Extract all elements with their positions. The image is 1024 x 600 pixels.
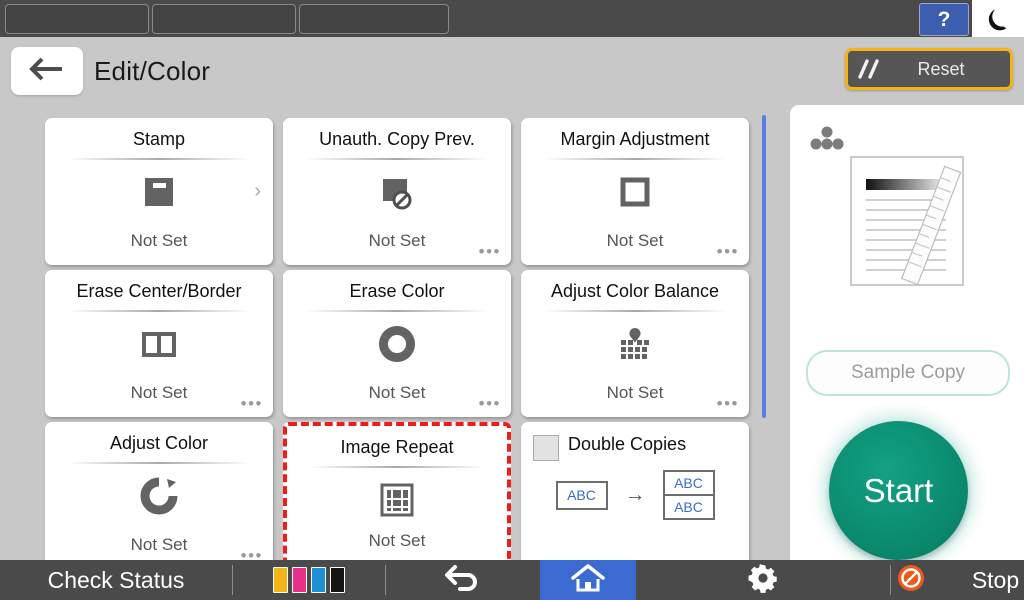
- double-copies-result-top: ABC: [665, 472, 713, 496]
- home-icon: [570, 563, 606, 598]
- double-copies-icon: ABC → ABC ABC: [521, 470, 749, 520]
- moon-icon: [986, 6, 1010, 32]
- card-more-options[interactable]: •••: [241, 547, 263, 560]
- help-label: ?: [938, 8, 951, 32]
- system-tab-3[interactable]: [299, 4, 449, 34]
- card-title: Double Copies: [568, 434, 749, 455]
- card-adjust-color-balance[interactable]: Adjust Color Balance: [521, 270, 749, 417]
- double-copies-result: ABC ABC: [663, 470, 715, 520]
- card-margin-adjustment[interactable]: Margin Adjustment Not Set •••: [521, 118, 749, 265]
- card-status: Not Set: [521, 383, 749, 403]
- card-status: Not Set: [45, 535, 273, 555]
- double-copies-result-bottom: ABC: [665, 496, 713, 518]
- reset-label: Reset: [884, 59, 1010, 80]
- card-more-options[interactable]: •••: [241, 395, 263, 412]
- card-unauth-copy-prev[interactable]: Unauth. Copy Prev. Not Set •••: [283, 118, 511, 265]
- card-status: Not Set: [45, 231, 273, 251]
- settings-button[interactable]: [636, 560, 890, 600]
- card-status: Not Set: [283, 383, 511, 403]
- reset-button[interactable]: Reset: [845, 48, 1013, 90]
- stop-circle-icon: [896, 563, 926, 598]
- dot-pyramid-icon: [808, 125, 846, 156]
- color-balance-grid-icon: [521, 318, 749, 370]
- chevron-right-icon[interactable]: ›: [254, 180, 261, 203]
- card-more-options[interactable]: •••: [479, 395, 501, 412]
- sample-copy-label: Sample Copy: [851, 362, 965, 384]
- system-tab-1[interactable]: [5, 4, 149, 34]
- card-title-underline: [305, 310, 489, 312]
- home-button[interactable]: [540, 560, 636, 600]
- margin-square-icon: [521, 166, 749, 218]
- card-title-underline: [67, 310, 251, 312]
- card-erase-color[interactable]: Erase Color Not Set: [283, 270, 511, 417]
- card-more-options[interactable]: •••: [479, 243, 501, 260]
- card-title: Erase Color: [283, 281, 511, 302]
- title-bar: Edit/Color Reset: [0, 37, 1024, 105]
- gear-icon: [748, 563, 778, 598]
- bottom-bar: Check Status: [0, 560, 1024, 600]
- toner-magenta: [292, 567, 307, 593]
- page-title: Edit/Color: [94, 56, 210, 87]
- double-copies-source: ABC: [556, 481, 608, 510]
- arrow-right-icon: →: [625, 483, 646, 507]
- toner-cyan: [311, 567, 326, 593]
- card-title-underline: [67, 158, 251, 160]
- undo-arrow-icon: [443, 563, 483, 598]
- card-title-underline: [543, 158, 727, 160]
- card-title-underline: [305, 158, 489, 160]
- erase-center-border-icon: [45, 318, 273, 370]
- card-stamp[interactable]: Stamp Not Set ›: [45, 118, 273, 265]
- card-title: Image Repeat: [287, 437, 507, 458]
- card-status: Not Set: [521, 231, 749, 251]
- check-status-button[interactable]: Check Status: [0, 560, 232, 600]
- check-status-label: Check Status: [48, 567, 185, 594]
- night-mode-button[interactable]: [972, 0, 1024, 37]
- double-slash-icon: [858, 59, 884, 79]
- toner-black: [330, 567, 345, 593]
- card-status: Not Set: [45, 383, 273, 403]
- help-button[interactable]: ?: [919, 3, 969, 36]
- system-tab-2[interactable]: [152, 4, 296, 34]
- card-erase-center-border[interactable]: Erase Center/Border Not Set •••: [45, 270, 273, 417]
- start-button[interactable]: Start: [829, 421, 968, 560]
- system-bar: ?: [0, 0, 1024, 37]
- function-card-grid-area: Stamp Not Set › Unauth. Copy Prev. Not S…: [0, 105, 782, 560]
- no-copy-icon: [283, 166, 511, 218]
- card-title-underline: [67, 462, 251, 464]
- back-button[interactable]: [11, 47, 83, 95]
- card-title-underline: [543, 310, 727, 312]
- card-more-options[interactable]: •••: [717, 395, 739, 412]
- start-label: Start: [864, 472, 934, 510]
- card-title: Unauth. Copy Prev.: [283, 129, 511, 150]
- sample-copy-button[interactable]: Sample Copy: [806, 350, 1010, 396]
- card-status: Not Set: [287, 531, 507, 551]
- stop-button[interactable]: Stop: [891, 560, 1024, 600]
- image-repeat-grid-icon: [287, 474, 507, 526]
- card-title: Adjust Color Balance: [521, 281, 749, 302]
- toner-levels-icon[interactable]: [233, 560, 385, 600]
- card-title-underline: [309, 466, 485, 468]
- card-title: Erase Center/Border: [45, 281, 273, 302]
- card-title: Margin Adjustment: [521, 129, 749, 150]
- adjust-color-icon: [45, 470, 273, 522]
- card-more-options[interactable]: •••: [717, 243, 739, 260]
- card-title: Stamp: [45, 129, 273, 150]
- card-adjust-color[interactable]: Adjust Color Not Set •••: [45, 422, 273, 560]
- toner-yellow: [273, 567, 288, 593]
- stop-label: Stop: [972, 567, 1019, 594]
- vertical-scrollbar[interactable]: [762, 115, 766, 418]
- document-with-ruler-preview: [849, 153, 967, 291]
- card-title: Adjust Color: [45, 433, 273, 454]
- color-wheel-icon: [283, 318, 511, 370]
- double-copies-checkbox[interactable]: [533, 435, 559, 461]
- undo-button[interactable]: [386, 560, 540, 600]
- printer-touch-screen: ? Edit/Color Reset Stamp: [0, 0, 1024, 600]
- card-double-copies[interactable]: Double Copies ABC → ABC ABC: [521, 422, 749, 560]
- card-image-repeat[interactable]: Image Repeat Not Set: [283, 422, 511, 560]
- arrow-left-icon: [29, 56, 65, 87]
- stamp-icon: [45, 166, 273, 218]
- card-status: Not Set: [283, 231, 511, 251]
- right-panel: Sample Copy Start: [790, 105, 1024, 560]
